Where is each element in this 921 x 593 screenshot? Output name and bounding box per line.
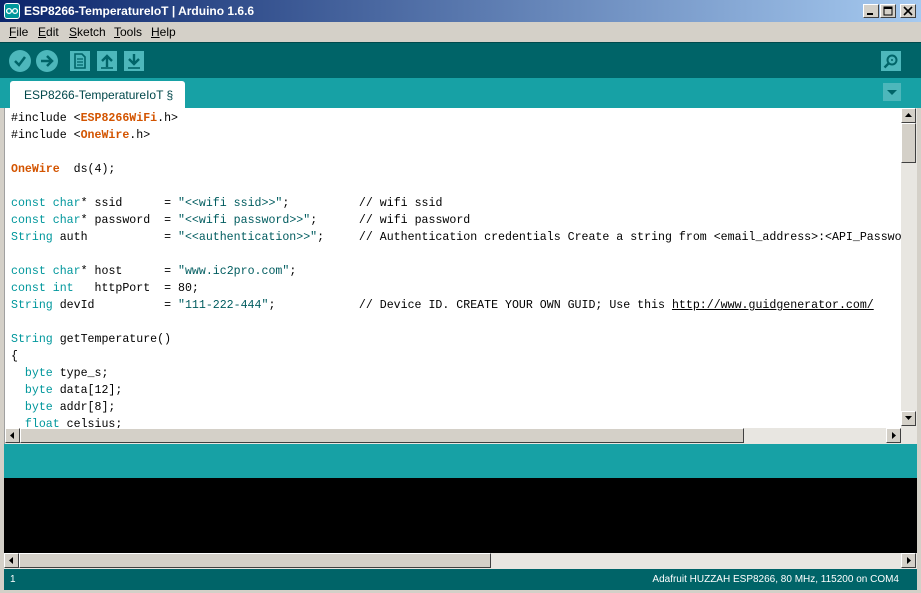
scroll-down-button[interactable]: [901, 411, 916, 426]
scroll-right-button[interactable]: [886, 428, 901, 443]
code-token-library: OneWire: [80, 129, 130, 142]
status-board-info: Adafruit HUZZAH ESP8266, 80 MHz, 115200 …: [652, 574, 899, 585]
minimize-button[interactable]: [863, 4, 879, 18]
menu-bar: File Edit Sketch Tools Help: [0, 22, 921, 42]
tab-strip: ESP8266-TemperatureIoT §: [0, 78, 921, 108]
code-line: #include <ESP8266WiFi.h>: [11, 112, 178, 125]
new-file-icon: [74, 53, 86, 69]
console-horizontal-scrollbar[interactable]: [4, 553, 917, 569]
arrow-up-small-icon: [905, 113, 912, 117]
arduino-ide-window: ESP8266-TemperatureIoT | Arduino 1.6.6 F…: [0, 0, 921, 593]
open-button[interactable]: [97, 51, 117, 71]
code-line: float celsius;: [24, 418, 123, 428]
title-bar: ESP8266-TemperatureIoT | Arduino 1.6.6: [0, 0, 921, 22]
editor-vertical-scrollbar[interactable]: [901, 108, 917, 428]
menu-file[interactable]: File: [9, 25, 28, 39]
status-line-number: 1: [10, 574, 16, 585]
menu-sketch[interactable]: Sketch: [69, 25, 106, 39]
arrow-left-small-icon: [10, 432, 14, 439]
arrow-right-small-icon: [892, 432, 896, 439]
new-button[interactable]: [70, 51, 90, 71]
console-scroll-right-button[interactable]: [901, 553, 916, 568]
horizontal-scroll-thumb[interactable]: [20, 428, 744, 443]
vertical-scroll-thumb[interactable]: [901, 123, 916, 163]
serial-monitor-button[interactable]: [881, 51, 901, 71]
scroll-up-button[interactable]: [901, 108, 916, 123]
menu-tools[interactable]: Tools: [114, 25, 142, 39]
message-bar: [4, 444, 917, 478]
code-line: const int httpPort = 80;: [11, 282, 199, 295]
status-bar: 1 Adafruit HUZZAH ESP8266, 80 MHz, 11520…: [4, 569, 917, 590]
console-horizontal-scroll-thumb[interactable]: [19, 553, 491, 568]
code-line: #include <OneWire.h>: [11, 129, 151, 142]
code-line: String devId = "111-222-444"; // Device …: [11, 299, 874, 312]
scroll-left-button[interactable]: [5, 428, 20, 443]
code-line: String auth = "<<authentication>>"; // A…: [11, 231, 901, 244]
toolbar: [0, 42, 921, 78]
arrow-down-icon: [128, 54, 140, 69]
code-line: byte type_s;: [24, 367, 109, 380]
code-area[interactable]: #include <ESP8266WiFi.h> #include <OneWi…: [11, 110, 901, 428]
code-line: const char* host = "www.ic2pro.com";: [11, 265, 297, 278]
menu-help[interactable]: Help: [151, 25, 176, 39]
save-button[interactable]: [124, 51, 144, 71]
tab-menu-button[interactable]: [883, 83, 901, 101]
check-icon: [14, 56, 26, 67]
close-button[interactable]: [900, 4, 916, 18]
maximize-button[interactable]: [880, 4, 896, 18]
maximize-icon: [883, 6, 893, 16]
console-output[interactable]: [4, 478, 917, 553]
minimize-icon: [867, 13, 873, 15]
code-line: byte data[12];: [24, 384, 123, 397]
tab-esp8266-temperatureiot[interactable]: ESP8266-TemperatureIoT §: [10, 81, 185, 108]
code-line: String getTemperature(): [11, 333, 172, 346]
code-link[interactable]: http://www.guidgenerator.com/: [672, 299, 874, 312]
arrow-up-icon: [101, 54, 113, 69]
window-title: ESP8266-TemperatureIoT | Arduino 1.6.6: [24, 4, 255, 18]
arrow-down-small-icon: [905, 416, 912, 420]
code-line: byte addr[8];: [24, 401, 116, 414]
arrow-right-icon: [41, 55, 54, 67]
menu-edit[interactable]: Edit: [38, 25, 59, 39]
close-icon: [903, 6, 913, 16]
verify-button[interactable]: [9, 50, 31, 72]
magnifier-icon: [883, 54, 898, 69]
code-editor[interactable]: #include <ESP8266WiFi.h> #include <OneWi…: [4, 108, 917, 444]
editor-horizontal-scrollbar[interactable]: [5, 428, 917, 444]
code-token-library: ESP8266WiFi: [80, 112, 158, 125]
code-line: const char* password = "<<wifi password>…: [11, 214, 471, 227]
code-line: OneWire ds(4);: [11, 163, 116, 176]
console-scroll-left-button[interactable]: [4, 553, 19, 568]
code-line: {: [11, 350, 18, 363]
arrow-right-small-icon: [907, 557, 911, 564]
upload-button[interactable]: [36, 50, 58, 72]
arduino-logo-icon: [4, 3, 20, 19]
arrow-left-small-icon: [9, 557, 13, 564]
code-line: const char* ssid = "<<wifi ssid>>"; // w…: [11, 197, 443, 210]
triangle-down-icon: [887, 90, 897, 95]
